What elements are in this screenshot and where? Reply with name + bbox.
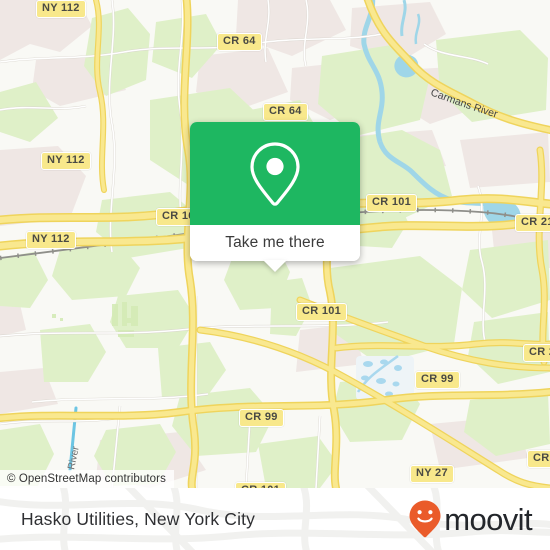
callout-pin-area: [190, 122, 360, 225]
road-shield: NY 112: [26, 231, 76, 249]
moovit-wordmark: moovit: [444, 501, 532, 537]
footer-bar: Hasko Utilities, New York City moovit: [0, 488, 550, 550]
road-shield: NY 27: [410, 465, 454, 483]
road-shield: CR 64: [263, 103, 308, 121]
road-shield: NY 112: [36, 0, 86, 18]
place-title: Hasko Utilities, New York City: [21, 508, 256, 529]
map-pin-icon: [250, 141, 300, 206]
road-shield: CR: [527, 450, 550, 468]
callout-tail: [263, 260, 287, 272]
road-shield: CR 64: [217, 33, 262, 51]
road-shield: CR 99: [239, 409, 284, 427]
road-shield: CR 21: [515, 214, 550, 232]
map-pond-cluster: [356, 354, 414, 400]
osm-attribution[interactable]: © OpenStreetMap contributors: [0, 470, 174, 488]
take-me-there-button[interactable]: Take me there: [225, 234, 325, 252]
place-callout-card[interactable]: Take me there: [190, 122, 360, 272]
road-shield: NY 112: [41, 152, 91, 170]
road-shield: CR 101: [366, 194, 418, 212]
road-shield: CR 101: [296, 303, 348, 321]
road-shield: CR 2: [523, 344, 550, 362]
moovit-logo[interactable]: moovit: [408, 499, 533, 539]
moovit-smiley-pin-icon: [409, 500, 441, 538]
callout-action-area[interactable]: Take me there: [190, 225, 360, 272]
road-shield: CR 99: [415, 371, 460, 389]
moovit-place-card: Carmans River River NY 112 CR 64 CR 64 NY 1…: [0, 0, 550, 550]
